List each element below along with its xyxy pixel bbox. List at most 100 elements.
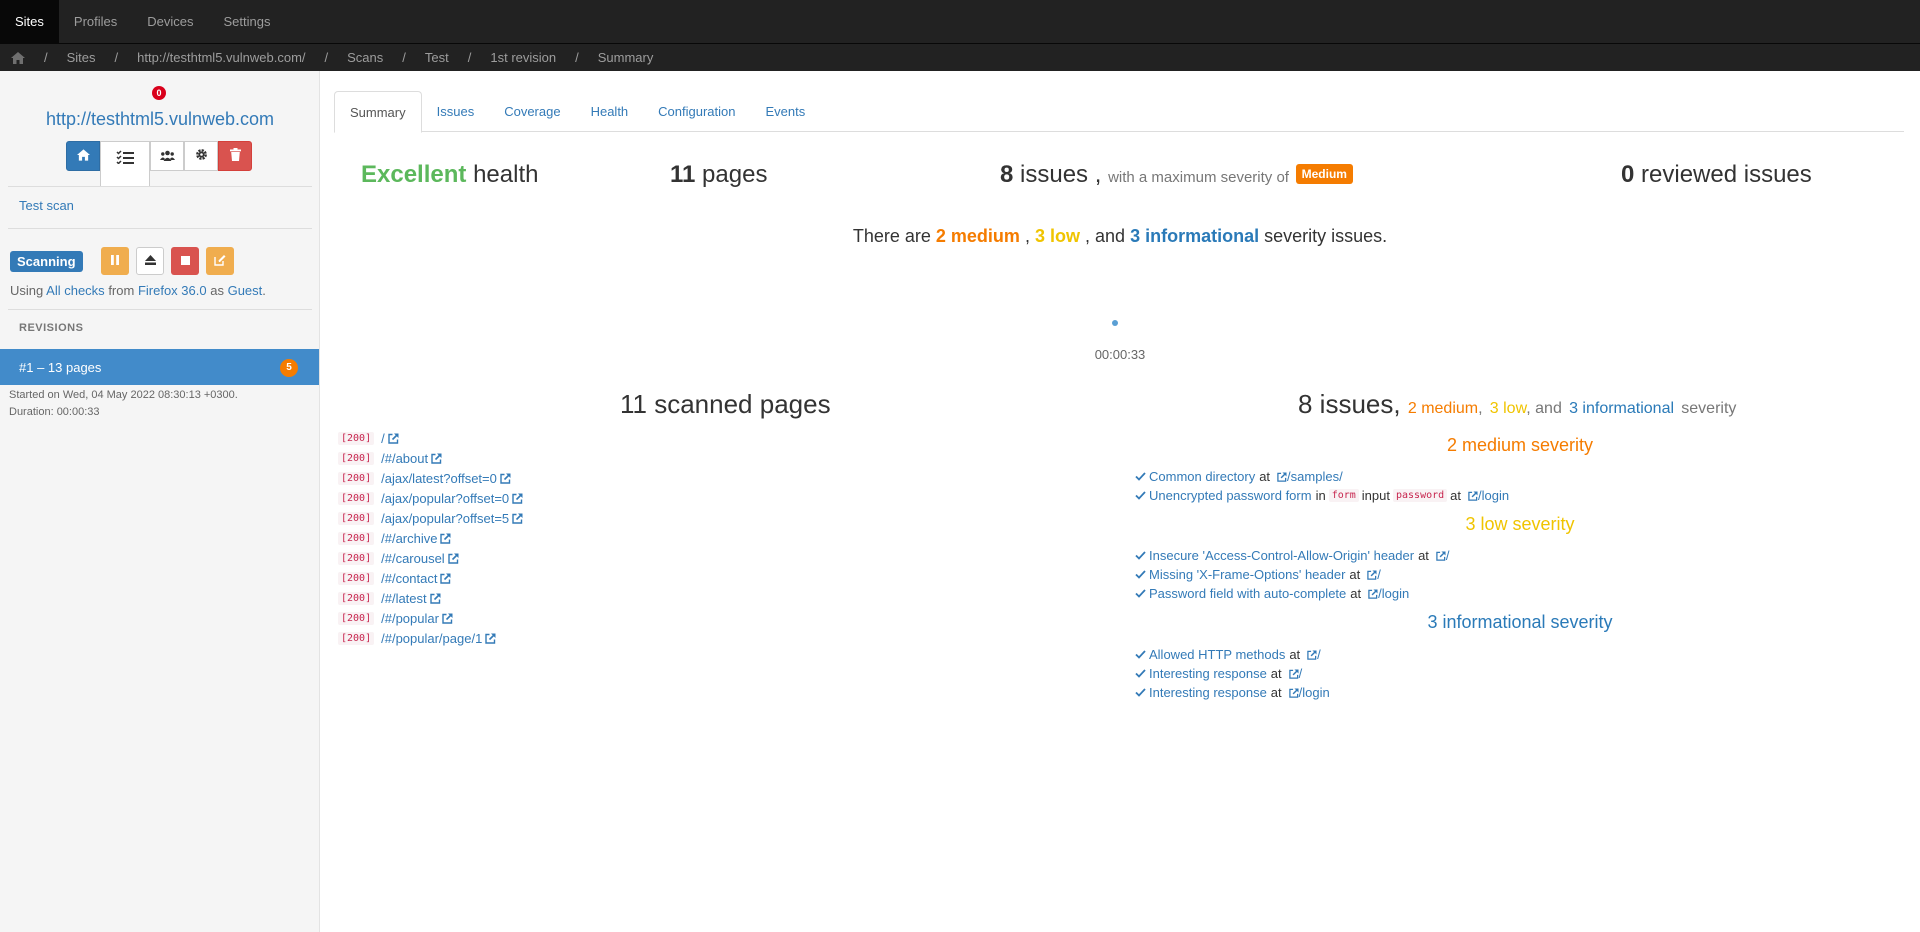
site-scans-button[interactable] <box>100 141 150 187</box>
external-link-icon[interactable] <box>1288 668 1299 679</box>
page-link[interactable]: /#/latest <box>381 591 427 606</box>
page-link[interactable]: /#/popular <box>381 611 439 626</box>
external-link-icon[interactable] <box>1367 569 1377 580</box>
check-icon[interactable] <box>1135 669 1146 678</box>
issues-title-informational[interactable]: 3 informational <box>1569 400 1674 417</box>
page-link[interactable]: /ajax/popular?offset=0 <box>381 491 509 506</box>
issue-link[interactable]: Interesting response <box>1149 685 1267 700</box>
check-icon[interactable] <box>1135 688 1146 697</box>
home-icon[interactable] <box>11 51 25 64</box>
tab-issues[interactable]: Issues <box>422 91 490 132</box>
external-link-icon[interactable] <box>1436 550 1446 561</box>
tab-summary[interactable]: Summary <box>334 91 422 133</box>
external-link-icon[interactable] <box>1277 471 1287 482</box>
external-link-icon[interactable] <box>442 613 453 624</box>
external-link-icon[interactable] <box>440 533 451 544</box>
page-link[interactable]: /#/carousel <box>381 551 445 566</box>
site-settings-button[interactable] <box>184 141 218 171</box>
external-link-icon[interactable] <box>512 493 523 504</box>
issue-url[interactable]: / <box>1377 567 1381 582</box>
issue-link[interactable]: Unencrypted password form <box>1149 488 1312 503</box>
breadcrumb-revision[interactable]: 1st revision <box>490 50 556 65</box>
user-link[interactable]: Guest <box>228 283 263 298</box>
issue-link[interactable]: Interesting response <box>1149 666 1267 681</box>
tab-configuration[interactable]: Configuration <box>643 91 750 132</box>
external-link-icon[interactable] <box>431 453 442 464</box>
edit-scan-button[interactable] <box>206 247 234 275</box>
page-link[interactable]: /#/archive <box>381 531 437 546</box>
page-row: [200] /ajax/popular?offset=0 <box>338 488 523 508</box>
notification-badge[interactable]: 0 <box>152 86 166 100</box>
check-icon[interactable] <box>1135 551 1146 560</box>
breadcrumb-scans[interactable]: Scans <box>347 50 383 65</box>
browser-link[interactable]: Firefox 36.0 <box>138 283 207 298</box>
check-icon[interactable] <box>1135 650 1146 659</box>
issue-link[interactable]: Common directory <box>1149 469 1255 484</box>
status-code: [200] <box>338 431 375 445</box>
summary-low[interactable]: 3 low <box>1035 226 1080 246</box>
issue-link[interactable]: Allowed HTTP methods <box>1149 647 1285 662</box>
issue-url[interactable]: /samples/ <box>1287 469 1343 484</box>
page-link[interactable]: /ajax/popular?offset=5 <box>381 511 509 526</box>
external-link-icon[interactable] <box>448 553 459 564</box>
site-users-button[interactable] <box>150 141 184 171</box>
external-link-icon[interactable] <box>1468 490 1478 501</box>
external-link-icon[interactable] <box>440 573 451 584</box>
external-link-icon[interactable] <box>512 513 523 524</box>
site-url-link[interactable]: http://testhtml5.vulnweb.com <box>0 109 320 130</box>
tab-coverage[interactable]: Coverage <box>489 91 575 132</box>
site-delete-button[interactable] <box>218 141 252 171</box>
severity-summary: There are 2 medium , 3 low , and 3 infor… <box>334 226 1906 247</box>
breadcrumb-site-url[interactable]: http://testhtml5.vulnweb.com/ <box>137 50 305 65</box>
external-link-icon[interactable] <box>388 433 399 444</box>
issue-url[interactable]: / <box>1299 666 1303 681</box>
breadcrumb: / Sites / http://testhtml5.vulnweb.com/ … <box>0 43 1920 71</box>
issues-title-low[interactable]: 3 low <box>1490 400 1526 417</box>
site-home-button[interactable] <box>66 141 100 171</box>
external-link-icon[interactable] <box>485 633 496 644</box>
check-icon[interactable] <box>1135 589 1146 598</box>
external-link-icon[interactable] <box>1307 649 1317 660</box>
issues-title-medium[interactable]: 2 medium <box>1408 400 1478 417</box>
status-code: [200] <box>338 451 375 465</box>
summary-medium[interactable]: 2 medium <box>936 226 1020 246</box>
using-as: as <box>210 283 224 298</box>
external-link-icon[interactable] <box>1368 588 1378 599</box>
check-icon[interactable] <box>1135 491 1146 500</box>
page-link[interactable]: /#/popular/page/1 <box>381 631 482 646</box>
issue-url[interactable]: /login <box>1299 685 1330 700</box>
external-link-icon[interactable] <box>1288 687 1299 698</box>
tab-health[interactable]: Health <box>576 91 644 132</box>
scanned-pages-title: 11 scanned pages <box>620 389 831 419</box>
check-icon[interactable] <box>1135 570 1146 579</box>
nav-profiles[interactable]: Profiles <box>59 0 132 43</box>
nav-settings[interactable]: Settings <box>209 0 286 43</box>
page-link[interactable]: /ajax/latest?offset=0 <box>381 471 497 486</box>
scan-name-link[interactable]: Test scan <box>19 198 74 213</box>
pause-button[interactable] <box>101 247 129 275</box>
issue-link[interactable]: Missing 'X-Frame-Options' header <box>1149 567 1345 582</box>
issue-url[interactable]: /login <box>1378 586 1409 601</box>
issue-url[interactable]: / <box>1446 548 1450 563</box>
external-link-icon[interactable] <box>429 593 441 604</box>
revision-item[interactable]: #1 – 13 pages 5 <box>0 349 319 385</box>
breadcrumb-sites[interactable]: Sites <box>67 50 96 65</box>
check-icon[interactable] <box>1135 472 1146 481</box>
nav-devices[interactable]: Devices <box>132 0 208 43</box>
external-link-icon[interactable] <box>500 473 511 484</box>
summary-informational[interactable]: 3 informational <box>1130 226 1259 246</box>
nav-sites[interactable]: Sites <box>0 0 59 43</box>
issue-url[interactable]: / <box>1317 647 1321 662</box>
health-value[interactable]: Excellent <box>361 161 466 188</box>
page-link[interactable]: /#/contact <box>381 571 437 586</box>
issue-link[interactable]: Insecure 'Access-Control-Allow-Origin' h… <box>1149 548 1414 563</box>
page-link[interactable]: / <box>381 431 385 446</box>
checks-link[interactable]: All checks <box>46 283 105 298</box>
page-link[interactable]: /#/about <box>381 451 428 466</box>
abort-button[interactable] <box>171 247 199 275</box>
issue-url[interactable]: /login <box>1478 488 1509 503</box>
tab-events[interactable]: Events <box>750 91 820 132</box>
breadcrumb-scan[interactable]: Test <box>425 50 449 65</box>
suspend-button[interactable] <box>136 247 164 275</box>
issue-link[interactable]: Password field with auto-complete <box>1149 586 1346 601</box>
